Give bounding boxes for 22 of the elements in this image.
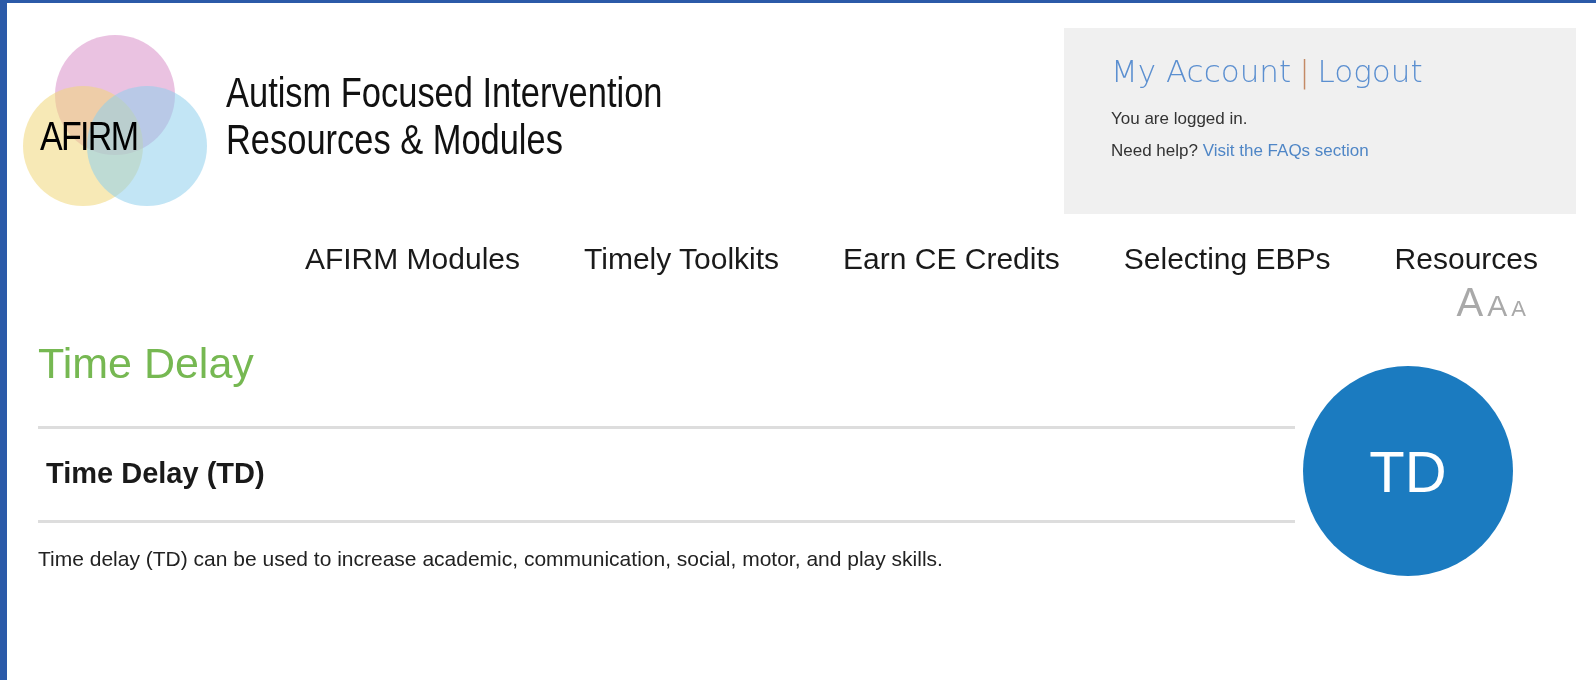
font-size-button[interactable]: A xyxy=(1511,296,1526,322)
section-heading: Time Delay (TD) xyxy=(45,456,266,491)
logo-circles-icon xyxy=(22,33,208,209)
font-size-button[interactable]: A xyxy=(1456,280,1484,325)
nav-link[interactable]: Resources xyxy=(1394,242,1538,276)
nav-link[interactable]: Timely Toolkits xyxy=(584,242,780,276)
font-size-button[interactable]: A xyxy=(1487,289,1508,323)
description-text: Time delay (TD) can be used to increase academic, communication, social, motor, and play skills. xyxy=(38,547,944,571)
link-separator: | xyxy=(1299,53,1310,89)
site-title: Resources & Modules xyxy=(226,116,564,163)
logout-link[interactable]: Logout xyxy=(1317,53,1423,89)
site-title: Autism Focused Intervention xyxy=(226,69,663,116)
faq-link[interactable]: Visit the FAQs section xyxy=(1202,141,1369,160)
login-status: You are logged in. xyxy=(1111,109,1248,128)
nav-link[interactable]: Earn CE Credits xyxy=(843,242,1060,276)
logo-text: AFIRM xyxy=(40,113,138,159)
account-link[interactable]: My Account xyxy=(1111,53,1292,89)
nav-link[interactable]: AFIRM Modules xyxy=(304,242,520,276)
initials-badge: TD xyxy=(1303,366,1513,576)
help-text: Need help? xyxy=(1111,141,1198,160)
nav-link[interactable]: Selecting EBPs xyxy=(1123,242,1331,276)
page-title: Time Delay xyxy=(38,339,255,388)
